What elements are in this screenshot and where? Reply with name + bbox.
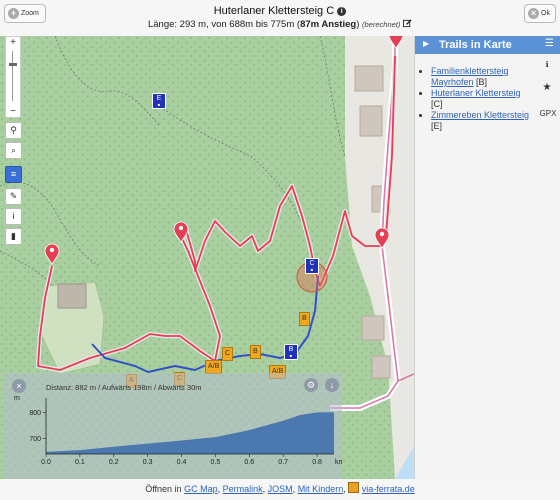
search-icon: ⌕ [10, 145, 17, 155]
marker-b-blue[interactable]: B ■ [284, 344, 298, 360]
trail-link[interactable]: Huterlaner Klettersteig [431, 88, 521, 98]
x-tick-label: 0.5 [211, 459, 221, 466]
x-tick-label: 0.2 [109, 459, 119, 466]
trails-list: Familienklettersteig Mayrhofen [B] Huter… [423, 66, 535, 132]
filter-icon: ≡ [10, 169, 17, 179]
grade-b-tag[interactable]: B [250, 345, 261, 359]
via-ferrata-icon [348, 482, 360, 493]
menu-icon[interactable]: ☰ [545, 38, 554, 49]
location-pin-icon: ⚲ [10, 125, 17, 135]
elevation-chart: 800 700 m 0.0 0.1 0.2 0.3 0.4 0.5 0.6 0.7 0.8 km [14, 395, 342, 466]
trails-panel-title: Trails in Karte [439, 39, 512, 51]
list-item: Familienklettersteig Mayrhofen [B] [431, 66, 535, 88]
building [371, 355, 391, 379]
info-icon: i [12, 211, 15, 221]
elevation-profile: × Distanz: 882 m / Aufwärts 198m / Abwär… [4, 373, 342, 479]
subtitle-close: ) [356, 19, 360, 30]
x-tick-label: 0.3 [143, 459, 153, 466]
trails-panel-header[interactable]: ▶ Trails in Karte ☰ [415, 36, 560, 54]
info-icon[interactable]: ℹ [539, 60, 555, 69]
gc-map-link[interactable]: GC Map [184, 484, 218, 494]
marker-c[interactable]: C ■ [305, 258, 319, 274]
edit-button[interactable]: ✎ [5, 188, 22, 205]
filter-button[interactable]: ≡ [5, 166, 22, 183]
marker-e[interactable]: E ■ [152, 93, 166, 109]
y-unit-label: m [14, 395, 20, 402]
building [57, 283, 87, 309]
x-tick-label: 0.8 [312, 459, 322, 466]
x-tick-label: 0.0 [41, 459, 51, 466]
subtitle-ascent: 87m Anstieg [300, 19, 357, 30]
grade-ab-tag[interactable]: A/B [205, 360, 223, 374]
subtitle-length: Länge: 293 m, von 688m bis 775m ( [147, 19, 301, 30]
page-title: Huterlaner Klettersteig C i [0, 5, 560, 17]
josm-link[interactable]: JOSM [268, 484, 293, 494]
building [359, 105, 383, 137]
grade-b-tag[interactable]: B [299, 312, 310, 326]
zoom-slider[interactable]: + − [5, 36, 21, 118]
pencil-icon: ✎ [9, 191, 18, 201]
zoom-handle[interactable] [9, 63, 17, 66]
trail-link[interactable]: Zimmereben Klettersteig [431, 110, 529, 120]
zoom-in-button[interactable]: + [6, 37, 20, 48]
x-tick-label: 0.7 [278, 459, 288, 466]
bookmark-icon: ▮ [11, 231, 16, 241]
list-item: Huterlaner Klettersteig[C] [431, 88, 535, 110]
building [361, 315, 385, 341]
gpx-button[interactable]: GPX [538, 109, 558, 118]
close-icon: × [528, 8, 540, 19]
trail-subtitle: Länge: 293 m, von 688m bis 775m (87m Ans… [0, 19, 560, 30]
search-button[interactable]: ⌕ [5, 142, 22, 159]
trail-link[interactable]: Familienklettersteig Mayrhofen [431, 66, 509, 87]
zoom-out-button[interactable]: − [6, 106, 20, 117]
location-pin-button[interactable]: ⚲ [5, 122, 22, 139]
via-ferrata-link[interactable]: via-ferrata.de [362, 484, 415, 494]
y-tick-label: 800 [29, 410, 41, 417]
x-tick-label: 0.6 [244, 459, 254, 466]
trail-title: Huterlaner Klettersteig C [213, 5, 335, 17]
grade-c-tag[interactable]: C [222, 347, 234, 361]
kids-link[interactable]: Mit Kindern [298, 484, 344, 494]
trails-panel: ▶ Trails in Karte ☰ Familienklettersteig… [414, 36, 560, 479]
permalink-link[interactable]: Permalink [223, 484, 263, 494]
edit-icon[interactable] [403, 19, 412, 28]
ok-label: Ok [541, 10, 550, 17]
header-bar: + Zoom Huterlaner Klettersteig C i Länge… [0, 0, 560, 36]
info-icon[interactable]: i [337, 7, 347, 16]
subtitle-note: (berechnet) [362, 20, 401, 29]
elevation-area [46, 412, 334, 454]
ok-button[interactable]: × Ok [524, 4, 556, 23]
building [354, 65, 384, 92]
x-unit-label: km [335, 459, 342, 466]
x-tick-label: 0.4 [177, 459, 187, 466]
list-item: Zimmereben Klettersteig [E] [431, 110, 535, 132]
star-icon[interactable]: ★ [539, 82, 555, 93]
bookmark-button[interactable]: ▮ [5, 228, 22, 245]
info-button[interactable]: i [5, 208, 22, 225]
collapse-arrow-icon[interactable]: ▶ [423, 39, 429, 48]
y-tick-label: 700 [29, 436, 41, 443]
footer-links: Öffnen in GC Map, Permalink, JOSM, Mit K… [145, 482, 415, 494]
x-tick-label: 0.1 [75, 459, 85, 466]
